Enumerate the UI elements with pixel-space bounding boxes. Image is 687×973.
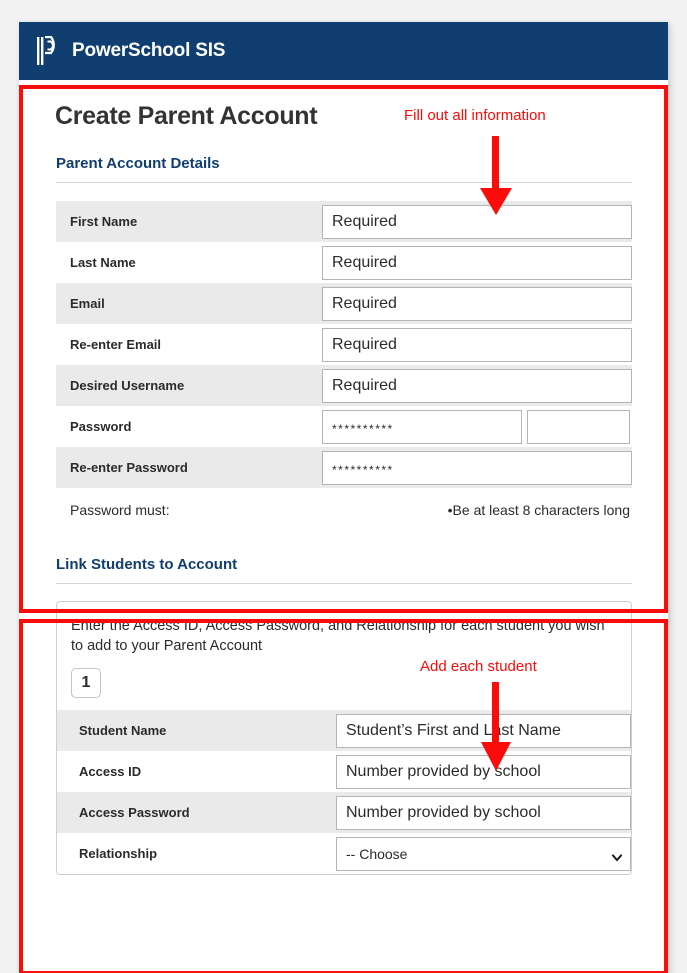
password-requirements: Password must: •Be at least 8 characters… (70, 502, 632, 518)
reenter-email-input[interactable]: Required (322, 327, 632, 362)
student-form: Student Name Student’s First and Last Na… (57, 710, 631, 874)
table-row: Desired Username Required (56, 365, 632, 406)
desired-username-input[interactable]: Required (322, 368, 632, 403)
field-label-desired-username: Desired Username (70, 378, 185, 393)
annotation-text-fill-out: Fill out all information (404, 107, 546, 124)
app-title: PowerSchool SIS (72, 40, 226, 61)
field-label-password: Password (70, 419, 132, 434)
password-must-label: Password must: (70, 502, 170, 518)
parent-account-form: First Name Required Last Name Required E… (56, 201, 632, 488)
student-counter: 1 (71, 668, 101, 698)
table-row: Last Name Required (56, 242, 632, 283)
field-label-student-name: Student Name (79, 723, 167, 738)
table-row: Email Required (56, 283, 632, 324)
table-row: Student Name Student’s First and Last Na… (57, 710, 631, 751)
field-label-first-name: First Name (70, 214, 138, 229)
first-name-input[interactable]: Required (322, 204, 632, 239)
field-label-access-password: Access Password (79, 805, 190, 820)
field-label-reenter-email: Re-enter Email (70, 337, 162, 352)
email-input[interactable]: Required (322, 286, 632, 321)
table-row: Password ********** (56, 406, 632, 447)
section-heading-link-students: Link Students to Account (56, 556, 238, 573)
table-row: First Name Required (56, 201, 632, 242)
annotation-text-add-student: Add each student (420, 658, 537, 675)
annotation-down-arrow-top (478, 136, 514, 216)
table-row: Relationship -- Choose (57, 833, 631, 874)
annotation-down-arrow-bottom (478, 682, 514, 772)
divider (56, 583, 632, 584)
section-heading-parent-account: Parent Account Details (56, 155, 220, 172)
page-root: PowerSchool SIS Create Parent Account Pa… (0, 0, 687, 973)
card-body: Create Parent Account Parent Account Det… (19, 80, 668, 875)
reenter-password-input[interactable]: ********** (322, 450, 632, 485)
table-row: Re-enter Email Required (56, 324, 632, 365)
field-label-reenter-password: Re-enter Password (70, 460, 188, 475)
divider (56, 182, 632, 183)
field-label-last-name: Last Name (70, 255, 136, 270)
field-label-access-id: Access ID (79, 764, 142, 779)
table-row: Re-enter Password ********** (56, 447, 632, 488)
access-password-input[interactable]: Number provided by school (336, 795, 631, 830)
table-row: Access ID Number provided by school (57, 751, 631, 792)
powerschool-logo-icon (36, 35, 62, 66)
main-card: PowerSchool SIS Create Parent Account Pa… (19, 22, 668, 973)
page-title: Create Parent Account (55, 102, 318, 130)
table-row: Access Password Number provided by schoo… (57, 792, 631, 833)
field-label-email: Email (70, 296, 105, 311)
password-strength-indicator (527, 409, 630, 444)
password-input[interactable]: ********** (322, 409, 522, 444)
app-header: PowerSchool SIS (19, 22, 668, 80)
last-name-input[interactable]: Required (322, 245, 632, 280)
field-label-relationship: Relationship (79, 846, 158, 861)
relationship-select[interactable]: -- Choose (336, 836, 631, 871)
student-entry-card: Enter the Access ID, Access Password, an… (56, 601, 632, 875)
password-rule-min-length: •Be at least 8 characters long (447, 502, 630, 518)
student-instructions: Enter the Access ID, Access Password, an… (71, 618, 605, 654)
